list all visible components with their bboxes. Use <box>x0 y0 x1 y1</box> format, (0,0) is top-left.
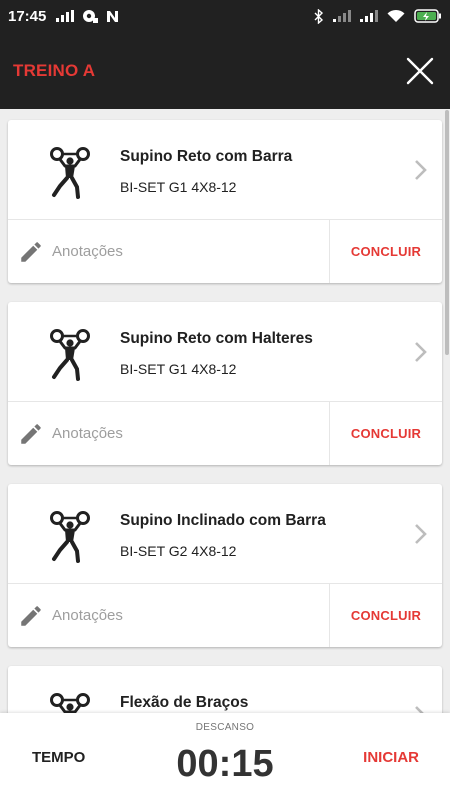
weightlifter-icon <box>50 147 90 199</box>
exercise-card-header[interactable]: Supino Inclinado com Barra BI-SET G2 4X8… <box>8 484 442 584</box>
chevron-right-icon[interactable] <box>414 705 428 713</box>
notes-placeholder: Anotações <box>52 607 123 624</box>
complete-button[interactable]: CONCLUIR <box>330 584 442 647</box>
exercise-card: Supino Reto com Halteres BI-SET G1 4X8-1… <box>8 302 442 465</box>
notification-n-icon <box>107 10 119 22</box>
notes-field[interactable]: Anotações <box>8 220 330 283</box>
exercise-detail: BI-SET G2 4X8-12 <box>120 543 237 559</box>
battery-charging-icon <box>414 9 441 23</box>
notes-field[interactable]: Anotações <box>8 584 330 647</box>
hotspot-icon <box>83 10 99 23</box>
notes-placeholder: Anotações <box>52 425 123 442</box>
scrollbar[interactable] <box>445 110 449 355</box>
weightlifter-icon <box>50 693 90 713</box>
start-button[interactable]: INICIAR <box>363 749 419 766</box>
app-bar: TREINO A <box>0 32 450 109</box>
weightlifter-icon <box>50 329 90 381</box>
pencil-icon <box>21 605 41 626</box>
chevron-right-icon[interactable] <box>414 341 428 363</box>
signal-bars-icon <box>56 10 75 22</box>
chevron-right-icon[interactable] <box>414 523 428 545</box>
page-title: TREINO A <box>13 60 96 80</box>
status-time: 17:45 <box>8 7 47 25</box>
rest-label: DESCANSO <box>195 722 255 733</box>
status-bar: 17:45 <box>0 0 450 32</box>
notes-field[interactable]: Anotações <box>8 402 330 465</box>
complete-button[interactable]: CONCLUIR <box>330 220 442 283</box>
exercise-card: Flexão de Braços <box>8 666 442 713</box>
exercise-name: Supino Reto com Halteres <box>120 330 313 347</box>
weightlifter-icon <box>50 511 90 563</box>
exercise-card: Supino Reto com Barra BI-SET G1 4X8-12 A… <box>8 120 442 283</box>
chevron-right-icon[interactable] <box>414 159 428 181</box>
bluetooth-icon <box>314 8 324 24</box>
close-icon[interactable] <box>405 56 435 86</box>
cell-signal-icon <box>360 10 378 22</box>
pencil-icon <box>21 241 41 262</box>
rest-timer-bar: TEMPO DESCANSO 00:15 INICIAR <box>0 713 450 800</box>
cell-signal-icon <box>333 10 351 22</box>
notes-placeholder: Anotações <box>52 243 123 260</box>
exercise-detail: BI-SET G1 4X8-12 <box>120 179 237 195</box>
wifi-icon <box>387 9 405 22</box>
exercise-list[interactable]: Supino Reto com Barra BI-SET G1 4X8-12 A… <box>0 109 450 713</box>
exercise-card-header[interactable]: Supino Reto com Halteres BI-SET G1 4X8-1… <box>8 302 442 402</box>
pencil-icon <box>21 423 41 444</box>
exercise-card-header[interactable]: Supino Reto com Barra BI-SET G1 4X8-12 <box>8 120 442 220</box>
exercise-detail: BI-SET G1 4X8-12 <box>120 361 237 377</box>
exercise-name: Flexão de Braços <box>120 694 249 711</box>
exercise-card: Supino Inclinado com Barra BI-SET G2 4X8… <box>8 484 442 647</box>
exercise-name: Supino Inclinado com Barra <box>120 512 326 529</box>
exercise-name: Supino Reto com Barra <box>120 148 293 165</box>
complete-button[interactable]: CONCLUIR <box>330 402 442 465</box>
exercise-card-header[interactable]: Flexão de Braços <box>8 666 442 713</box>
